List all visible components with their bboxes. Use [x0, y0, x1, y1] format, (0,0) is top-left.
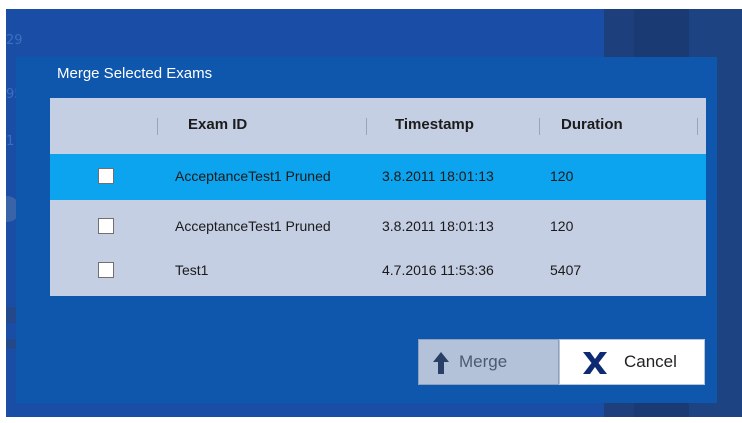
merge-button-label: Merge — [459, 352, 508, 371]
merge-button[interactable]: Merge — [418, 339, 559, 385]
cell-duration: 120 — [550, 218, 574, 234]
row-checkbox[interactable] — [98, 262, 114, 278]
table-row[interactable]: AcceptanceTest1 Pruned 3.8.2011 18:01:13… — [50, 154, 706, 200]
table-row[interactable]: Test1 4.7.2016 11:53:36 5407 — [50, 248, 706, 294]
column-separator — [539, 118, 540, 135]
table-row[interactable]: AcceptanceTest1 Pruned 3.8.2011 18:01:13… — [50, 204, 706, 250]
background-row-number: 29 — [6, 33, 23, 48]
cell-exam-id: AcceptanceTest1 Pruned — [175, 218, 331, 234]
cell-timestamp: 3.8.2011 18:01:13 — [382, 218, 494, 234]
x-icon — [583, 352, 607, 374]
column-separator — [697, 118, 698, 135]
background-row-number: 1 — [6, 134, 15, 149]
column-header-duration[interactable]: Duration — [561, 116, 623, 133]
row-checkbox[interactable] — [98, 168, 114, 184]
merge-dialog: Merge Selected Exams Exam ID Timestamp D… — [16, 57, 717, 403]
cell-duration: 5407 — [550, 262, 582, 278]
exams-table: Exam ID Timestamp Duration AcceptanceTes… — [50, 98, 706, 296]
cell-duration: 120 — [550, 168, 574, 184]
cell-timestamp: 4.7.2016 11:53:36 — [382, 262, 494, 278]
column-separator — [157, 118, 158, 135]
cancel-button-label: Cancel — [624, 352, 677, 371]
row-checkbox[interactable] — [98, 218, 114, 234]
cell-exam-id: Test1 — [175, 262, 209, 278]
arrow-up-icon — [433, 352, 449, 374]
cancel-button[interactable]: Cancel — [559, 339, 705, 385]
column-header-timestamp[interactable]: Timestamp — [395, 116, 474, 133]
table-header: Exam ID Timestamp Duration — [50, 98, 706, 154]
cell-timestamp: 3.8.2011 18:01:13 — [382, 168, 494, 184]
column-header-exam-id[interactable]: Exam ID — [188, 116, 247, 133]
column-separator — [366, 118, 367, 135]
cell-exam-id: AcceptanceTest1 Pruned — [175, 168, 331, 184]
dialog-title: Merge Selected Exams — [57, 65, 213, 82]
